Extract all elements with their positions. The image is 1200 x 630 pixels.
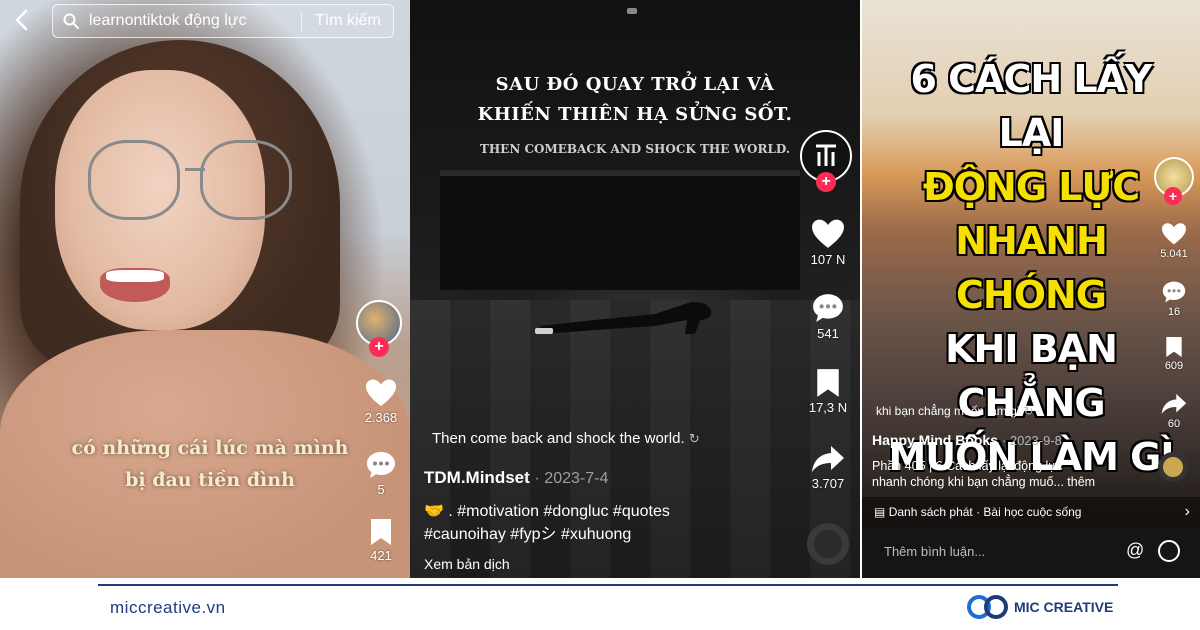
comment-count: 16 — [1167, 306, 1181, 318]
post-description: Phần 405 | 6 Cách lấy lại động lực nhanh… — [872, 458, 1132, 490]
video-caption: Then come back and shock the world. ↻ — [432, 430, 700, 447]
playlist-bar[interactable]: ▤ Danh sách phát · Bài học cuộc sống › — [862, 497, 1200, 527]
video-panel-1[interactable]: learnontiktok động lực Tìm kiếm có những… — [0, 0, 410, 578]
overlay-title: 6 CÁCH LẤY LẠI ĐỘNG LỰC NHANH CHÓNG KHI … — [876, 52, 1186, 484]
title-line-3: NHANH CHÓNG — [876, 214, 1186, 322]
comment-icon — [1162, 281, 1186, 303]
comment-icon — [367, 452, 395, 478]
like-button[interactable]: 2.368 — [353, 378, 409, 425]
video-caption: có những cái lúc mà mình bị đau tiền đìn… — [60, 432, 360, 496]
share-count: 3.707 — [811, 476, 845, 491]
video-frame-person-pushup — [535, 302, 712, 334]
save-count: 421 — [370, 548, 392, 563]
search-bar[interactable]: learnontiktok động lực Tìm kiếm — [52, 4, 394, 38]
translate-icon[interactable]: ↻ — [1023, 404, 1033, 418]
description-line-1: Phần 405 | 6 Cách lấy lại động lực — [872, 459, 1063, 473]
like-count: 107 N — [810, 252, 846, 267]
comment-bar[interactable]: Thêm bình luận... @ — [862, 527, 1200, 578]
overlay-title-line-2: KHIẾN THIÊN HẠ SỬNG SỐT. — [477, 104, 793, 125]
like-count: 2.368 — [364, 410, 398, 425]
like-button[interactable]: 107 N — [800, 218, 856, 267]
title-line-3-part-2: CHÓNG — [956, 273, 1107, 317]
post-date: · 2023-7-4 — [534, 470, 609, 487]
comment-count: 541 — [817, 326, 839, 341]
video-frame-doorway — [440, 170, 800, 290]
footer-website: miccreative.vn — [110, 598, 226, 617]
title-line-2: ĐỘNG LỰC — [922, 165, 1140, 209]
share-count: 60 — [1167, 418, 1181, 430]
bookmark-icon — [371, 519, 391, 545]
at-icon[interactable]: @ — [1126, 540, 1144, 561]
caption-line-1: có những cái lúc mà mình — [71, 437, 349, 459]
bookmark-icon — [1166, 337, 1182, 357]
heart-icon — [812, 219, 844, 248]
description-line-2: #caunoihay #fypシ #xuhuong — [424, 526, 632, 543]
post-date: · 2023-9-8 — [1001, 433, 1062, 448]
translate-icon[interactable]: ↻ — [689, 431, 700, 446]
share-icon — [812, 446, 844, 472]
heart-icon — [366, 379, 396, 406]
video-panel-2[interactable]: SAU ĐÓ QUAY TRỞ LẠI VÀ KHIẾN THIÊN HẠ SỬ… — [410, 0, 860, 578]
comment-input[interactable]: Thêm bình luận... — [884, 544, 985, 559]
comment-button[interactable]: 16 — [1146, 280, 1200, 318]
video-frame-teeth — [106, 270, 164, 282]
username[interactable]: TDM.Mindset — [424, 468, 530, 487]
brand-name: MIC CREATIVE — [1014, 599, 1114, 615]
follow-plus-icon[interactable]: + — [816, 172, 836, 192]
like-button[interactable]: 5.041 — [1146, 222, 1200, 260]
post-author[interactable]: Happy Mind Books · 2023-9-8 — [872, 432, 1062, 448]
ceiling-light — [627, 8, 637, 14]
overlay-title: SAU ĐÓ QUAY TRỞ LẠI VÀ KHIẾN THIÊN HẠ SỬ… — [450, 70, 820, 130]
chevron-right-icon: › — [1184, 503, 1190, 520]
glasses-bridge — [185, 168, 205, 171]
description-line-1: 🤝 . #motivation #dongluc #quotes — [424, 503, 670, 520]
save-count: 17,3 N — [808, 400, 848, 415]
comment-button[interactable]: 541 — [800, 292, 856, 341]
follow-plus-icon[interactable]: + — [1164, 187, 1182, 205]
follow-plus-icon[interactable]: + — [369, 337, 389, 357]
search-input[interactable]: learnontiktok động lực — [89, 12, 246, 30]
video-tag[interactable]: khi bạn chẳng muốn làm gì ↻ — [876, 404, 1034, 418]
description-line-2[interactable]: nhanh chóng khi bạn chẳng muố... thêm — [872, 474, 1132, 490]
playlist-label: Danh sách phát · Bài học cuộc sống — [888, 505, 1082, 519]
video-panel-3[interactable]: 6 CÁCH LẤY LẠI ĐỘNG LỰC NHANH CHÓNG KHI … — [862, 0, 1200, 578]
glasses-right-lens — [200, 140, 292, 220]
footer-divider — [98, 584, 1118, 586]
title-line-3-part-1: NHANH — [955, 219, 1108, 263]
music-disc-icon[interactable] — [1158, 452, 1188, 482]
share-icon — [1161, 394, 1187, 414]
search-icon — [63, 13, 79, 29]
footer-brand: MIC CREATIVE — [966, 592, 1113, 622]
emoji-icon[interactable] — [1158, 540, 1180, 562]
translate-link[interactable]: Xem bản dịch — [424, 556, 510, 572]
caption-text: Then come back and shock the world. — [432, 430, 685, 447]
glasses-left-lens — [88, 140, 180, 220]
save-button[interactable]: 421 — [353, 518, 409, 563]
bookmark-icon — [817, 369, 839, 397]
mic-creative-logo-icon — [967, 595, 1008, 619]
overlay-title-line-1: SAU ĐÓ QUAY TRỞ LẠI VÀ — [495, 74, 775, 95]
search-divider — [301, 12, 302, 32]
music-disc-icon[interactable] — [807, 523, 849, 565]
search-button[interactable]: Tìm kiếm — [315, 12, 381, 30]
share-button[interactable]: 3.707 — [800, 444, 856, 491]
post-author[interactable]: TDM.Mindset · 2023-7-4 — [424, 468, 608, 488]
back-icon[interactable] — [12, 8, 34, 34]
post-description: 🤝 . #motivation #dongluc #quotes #caunoi… — [424, 500, 744, 546]
username[interactable]: Happy Mind Books — [872, 432, 998, 448]
comment-button[interactable]: 5 — [353, 450, 409, 497]
overlay-subtitle: THEN COMEBACK AND SHOCK THE WORLD. — [479, 142, 791, 156]
comment-count: 5 — [377, 482, 385, 497]
save-count: 609 — [1164, 360, 1184, 372]
playlist-icon: ▤ — [874, 505, 886, 519]
save-button[interactable]: 17,3 N — [800, 368, 856, 415]
save-button[interactable]: 609 — [1146, 336, 1200, 372]
like-count: 5.041 — [1160, 248, 1188, 260]
heart-icon — [1162, 223, 1186, 245]
tag-text: khi bạn chẳng muốn làm gì — [876, 404, 1021, 418]
share-button[interactable]: 60 — [1146, 392, 1200, 430]
caption-line-2: bị đau tiền đình — [125, 469, 295, 491]
title-line-1: 6 CÁCH LẤY LẠI — [910, 57, 1152, 155]
comment-icon — [813, 294, 843, 322]
